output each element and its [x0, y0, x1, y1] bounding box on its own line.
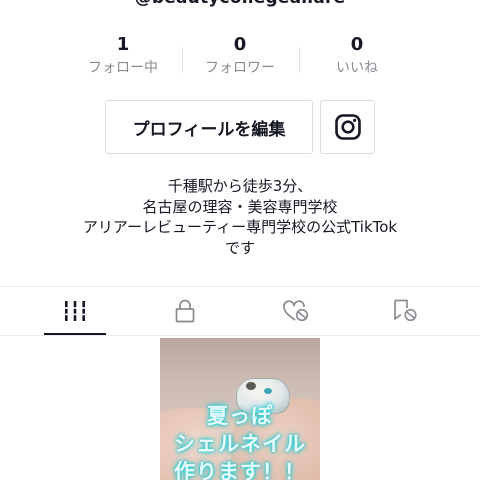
tab-videos[interactable]	[15, 287, 135, 335]
profile-bio: 千種駅から徒歩3分、 名古屋の理容・美容専門学校 アリアーレビューティー専門学校…	[0, 176, 480, 258]
stat-likes-count: 0	[350, 34, 364, 55]
video-caption-line: 夏っぽ	[207, 404, 273, 428]
instagram-button[interactable]	[320, 100, 375, 154]
stat-likes-label: いいね	[336, 60, 378, 76]
bio-line: アリアーレビューティー専門学校の公式TikTok	[82, 218, 398, 236]
thumbnail-nail-decoration	[246, 382, 256, 390]
profile-stats: 1 フォロー中 0 フォロワー 0 いいね	[0, 32, 480, 82]
grid-videos-icon	[63, 301, 87, 321]
stat-followers-count: 0	[233, 34, 247, 55]
instagram-icon	[334, 114, 361, 140]
bio-line: 名古屋の理容・美容専門学校	[142, 197, 338, 216]
active-tab-indicator	[44, 333, 106, 335]
bio-line: 千種駅から徒歩3分、	[167, 177, 313, 195]
tagged-hidden-icon	[394, 299, 417, 322]
stat-followers-label: フォロワー	[205, 60, 275, 76]
tab-private[interactable]	[125, 287, 245, 335]
stat-likes[interactable]: 0 いいね	[298, 32, 416, 78]
stats-divider	[299, 47, 300, 73]
stat-following-label: フォロー中	[88, 60, 158, 76]
video-caption-line: シェルネイル	[174, 432, 306, 456]
lock-icon	[175, 299, 195, 323]
stats-divider	[182, 47, 183, 73]
video-caption-line: 作ります！！	[174, 460, 306, 480]
stat-following-count: 1	[116, 34, 130, 55]
liked-hidden-icon	[283, 300, 309, 322]
profile-tabs	[0, 286, 480, 336]
stat-followers[interactable]: 0 フォロワー	[181, 32, 299, 78]
stat-following[interactable]: 1 フォロー中	[64, 32, 182, 78]
video-thumbnail[interactable]: 夏っぽ シェルネイル 作ります！！	[160, 338, 320, 480]
tab-tagged[interactable]	[345, 287, 465, 335]
tab-liked[interactable]	[236, 287, 356, 335]
thumbnail-nail-decoration	[264, 388, 272, 394]
edit-profile-button[interactable]: プロフィールを編集	[105, 100, 313, 154]
profile-handle: @beautycollegeallare	[0, 0, 480, 8]
bio-line: です	[224, 238, 255, 257]
